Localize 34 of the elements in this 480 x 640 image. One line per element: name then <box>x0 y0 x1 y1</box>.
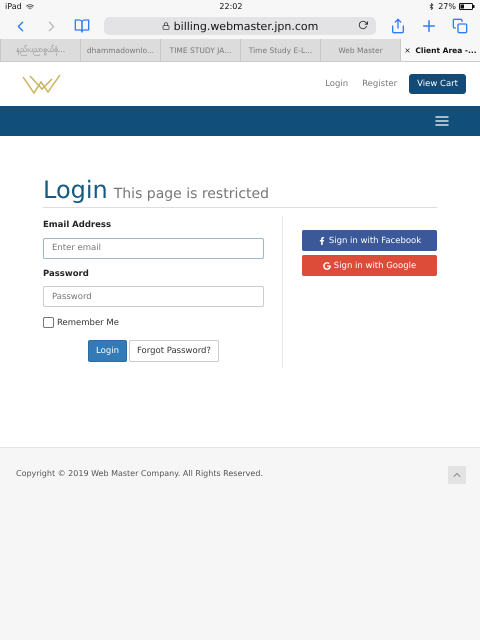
social-signin-button[interactable]: Sign in with Google <box>302 255 437 276</box>
reload-icon[interactable] <box>358 20 368 30</box>
bluetooth-icon <box>428 3 436 10</box>
battery-percent: 27% <box>438 2 456 11</box>
header-link[interactable]: Login <box>325 79 348 89</box>
tabs-icon[interactable] <box>452 18 468 34</box>
bookmarks-icon[interactable] <box>74 18 90 34</box>
battery-icon <box>458 3 475 10</box>
remember-checkbox[interactable] <box>43 317 54 328</box>
new-tab-icon[interactable] <box>420 17 438 35</box>
header-link[interactable]: Register <box>362 79 398 89</box>
address-bar[interactable]: billing.webmaster.jpn.com <box>104 17 376 35</box>
login-button[interactable]: Login <box>88 340 127 362</box>
field-label: Password <box>43 268 90 278</box>
page-title: Login <box>43 176 108 204</box>
clock: 22:02 <box>219 2 242 11</box>
password-field[interactable]: Password <box>43 286 264 307</box>
email-field[interactable]: Enter email <box>43 238 264 258</box>
close-icon[interactable] <box>404 46 412 54</box>
social-signin-button[interactable]: Sign in with Facebook <box>302 230 437 251</box>
google-icon <box>322 262 331 270</box>
scroll-top-button[interactable] <box>448 466 466 484</box>
view-cart-button[interactable]: View Cart <box>409 74 466 94</box>
checkbox-label: Remember Me <box>57 318 119 328</box>
wifi-icon <box>26 2 34 10</box>
page-subtitle: This page is restricted <box>114 186 270 202</box>
logo <box>22 73 62 95</box>
field-label: Email Address <box>43 220 112 230</box>
facebook-icon <box>318 236 326 244</box>
copyright-text: Copyright © 2019 Web Master Company. All Rights Reserved. <box>16 469 263 478</box>
device-name: iPad <box>5 2 22 11</box>
share-icon[interactable] <box>390 18 406 34</box>
lock-icon <box>162 22 170 30</box>
forgot-password-button[interactable]: Forgot Password? <box>128 340 219 362</box>
